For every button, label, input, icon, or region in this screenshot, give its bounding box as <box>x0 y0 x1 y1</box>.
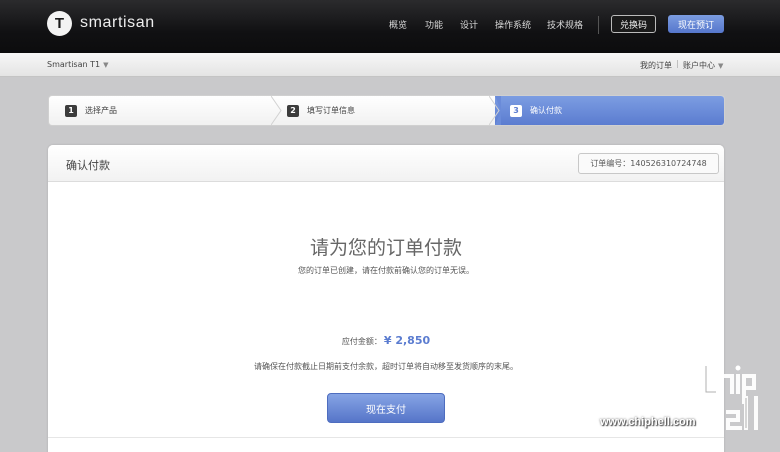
page-headline: 请为您的订单付款 <box>309 237 462 259</box>
chiphell-logo-icon <box>704 362 758 430</box>
watermark-text: www.chiphell.com <box>600 416 696 428</box>
step-number: 3 <box>510 104 522 117</box>
amount-value: ¥ 2,850 <box>383 334 431 347</box>
link-separator: | <box>676 59 679 68</box>
step-divider-icon <box>489 96 501 125</box>
step-number: 1 <box>65 104 77 117</box>
nav-os[interactable]: 操作系统 <box>495 18 531 31</box>
payment-card: 确认付款 订单编号：140526310724748 请为您的订单付款 您的订单已… <box>48 145 724 452</box>
step-number: 2 <box>287 104 299 117</box>
nav-design[interactable]: 设计 <box>460 18 478 31</box>
step-select-product: 1 选择产品 <box>65 96 117 125</box>
step-label: 选择产品 <box>85 106 117 115</box>
product-dropdown[interactable]: Smartisan T1 ▼ <box>47 60 108 69</box>
account-dropdown[interactable]: 账户中心 ▼ <box>683 60 723 71</box>
preorder-button[interactable]: 现在预订 <box>668 15 724 33</box>
pay-now-button[interactable]: 现在支付 <box>327 393 445 423</box>
step-divider-icon <box>271 96 282 125</box>
redeem-code-button[interactable]: 兑换码 <box>611 15 656 33</box>
checkout-steps: 1 选择产品 2 填写订单信息 3 确认付款 <box>48 95 725 126</box>
order-number-badge: 订单编号：140526310724748 <box>578 153 719 174</box>
order-created-message: 您的订单已创建，请在付款前确认您的订单无误。 <box>298 266 474 275</box>
nav-overview[interactable]: 概览 <box>389 18 407 31</box>
card-header: 确认付款 订单编号：140526310724748 <box>48 145 724 182</box>
top-header: T smartisan 概览 功能 设计 操作系统 技术规格 兑换码 现在预订 <box>0 0 780 53</box>
product-name: Smartisan T1 <box>47 60 101 69</box>
nav-features[interactable]: 功能 <box>425 18 443 31</box>
nav-specs[interactable]: 技术规格 <box>547 18 583 31</box>
card-divider <box>48 437 724 438</box>
step-label: 填写订单信息 <box>307 106 355 115</box>
sub-navbar: Smartisan T1 ▼ 我的订单 | 账户中心 ▼ <box>0 53 780 77</box>
step-confirm-payment: 3 确认付款 <box>510 96 562 125</box>
chevron-down-icon: ▼ <box>103 61 109 69</box>
amount-due-row: 应付金额： ¥ 2,850 <box>48 334 724 347</box>
step-label: 确认付款 <box>530 106 562 115</box>
nav-divider <box>598 16 599 34</box>
my-orders-link[interactable]: 我的订单 <box>640 60 672 71</box>
payment-deadline-note: 请确保在付款截止日期前支付余款，超时订单将自动移至发货顺序的末尾。 <box>254 362 518 371</box>
step-fill-order-info: 2 填写订单信息 <box>287 96 355 125</box>
account-label: 账户中心 <box>683 61 715 70</box>
main-nav: 概览 功能 设计 操作系统 技术规格 <box>0 18 780 32</box>
amount-label: 应付金额： <box>341 337 382 346</box>
chevron-down-icon: ▼ <box>718 62 724 70</box>
card-title: 确认付款 <box>66 159 110 172</box>
